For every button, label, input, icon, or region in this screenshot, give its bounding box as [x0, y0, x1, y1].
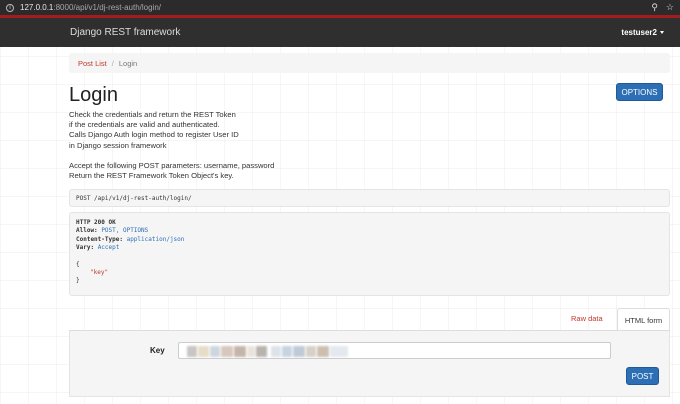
- redacted-value: [293, 346, 305, 357]
- html-form-panel: [69, 331, 670, 397]
- response-body-key: "key": [90, 269, 109, 277]
- response-body-close: }: [76, 277, 80, 285]
- redacted-value: [256, 346, 267, 357]
- request-info: POST /api/v1/dj-rest-auth/login/: [69, 189, 670, 207]
- url-host: 127.0.0.1: [20, 3, 54, 12]
- url-path: :8000/api/v1/dj-rest-auth/login/: [53, 3, 161, 12]
- redacted-value: [234, 346, 246, 357]
- tab-raw-data[interactable]: Raw data: [571, 314, 603, 323]
- response-header-allow: Allow: POST, OPTIONS: [76, 227, 149, 235]
- browser-address-bar[interactable]: i 127.0.0.1:8000/api/v1/dj-rest-auth/log…: [0, 0, 680, 15]
- breadcrumb: Post List / Login: [69, 53, 670, 73]
- key-label: Key: [150, 346, 165, 355]
- star-icon[interactable]: ☆: [666, 3, 674, 12]
- browser-actions: ⚲ ☆: [651, 3, 674, 12]
- info-icon[interactable]: i: [6, 3, 14, 12]
- redacted-value: [187, 346, 197, 357]
- redacted-value: [210, 346, 220, 357]
- response-info: HTTP 200 OK Allow: POST, OPTIONS Content…: [69, 212, 670, 296]
- username: testuser2: [621, 28, 657, 37]
- post-button[interactable]: POST: [626, 367, 659, 385]
- page-title: Login: [69, 84, 118, 106]
- breadcrumb-login: Login: [118, 58, 138, 68]
- tab-html-form[interactable]: HTML form: [617, 308, 670, 331]
- view-description: Check the credentials and return the RES…: [69, 110, 329, 191]
- description-paragraph: Accept the following POST parameters: us…: [69, 160, 275, 181]
- description-paragraph: Check the credentials and return the RES…: [69, 110, 239, 150]
- redacted-value: [330, 346, 348, 357]
- redacted-value: [306, 346, 316, 357]
- options-button[interactable]: OPTIONS: [616, 83, 663, 101]
- redacted-value: [221, 346, 233, 357]
- request-line: POST /api/v1/dj-rest-auth/login/: [76, 194, 192, 202]
- redacted-value: [198, 346, 209, 357]
- breadcrumb-separator: /: [111, 58, 114, 68]
- response-header-content-type: Content-Type: application/json: [76, 235, 185, 243]
- breadcrumb-post-list[interactable]: Post List: [78, 59, 107, 68]
- redacted-value: [247, 346, 255, 357]
- key-input[interactable]: [178, 342, 611, 359]
- redacted-value: [271, 346, 281, 357]
- brand-link[interactable]: Django REST framework: [70, 27, 180, 38]
- response-body-open: {: [76, 260, 80, 268]
- zoom-icon[interactable]: ⚲: [651, 3, 658, 12]
- navbar: Django REST framework testuser2: [0, 15, 680, 47]
- user-menu[interactable]: testuser2: [621, 28, 664, 37]
- caret-down-icon: [660, 31, 664, 35]
- response-header-vary: Vary: Accept: [76, 244, 120, 252]
- response-status: HTTP 200 OK: [76, 219, 116, 226]
- redacted-value: [317, 346, 329, 357]
- redacted-value: [282, 346, 292, 357]
